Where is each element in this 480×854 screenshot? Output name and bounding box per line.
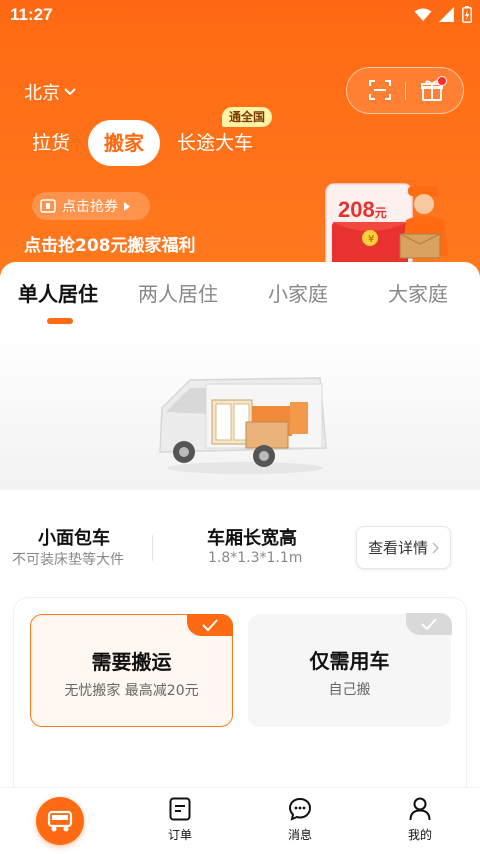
chevron-right-icon — [432, 541, 440, 554]
tab-lahuo[interactable]: 拉货 — [32, 120, 70, 166]
option-title: 仅需用车 — [309, 649, 390, 673]
van-illustration — [159, 377, 327, 474]
size-tab-big-family[interactable]: 大家庭 — [388, 278, 448, 307]
scan-icon[interactable] — [369, 79, 391, 101]
vehicle-note: 不可装床垫等大件 — [12, 552, 124, 568]
active-tab-indicator — [47, 318, 73, 324]
battery-icon — [462, 6, 472, 23]
view-details-label: 查看详情 — [368, 539, 429, 557]
triangle-right-icon — [124, 201, 130, 211]
coupon-button[interactable]: 点击抢券 — [32, 192, 150, 220]
wifi-icon — [414, 8, 432, 21]
view-details-button[interactable]: 查看详情 — [356, 526, 451, 569]
divider — [405, 82, 406, 100]
option-subtitle: 自己搬 — [328, 682, 371, 698]
courier-illustration — [399, 186, 448, 259]
signal-icon — [439, 7, 454, 22]
red-packet-amount: 208元 — [338, 197, 387, 222]
option-title: 需要搬运 — [91, 650, 172, 674]
check-icon — [406, 613, 452, 635]
vehicle-name: 小面包车 — [38, 528, 110, 549]
promo-title[interactable]: 点击抢208元搬家福利 — [24, 231, 196, 256]
dimensions-value: 1.8*1.3*1.1m — [208, 550, 303, 566]
user-icon — [409, 797, 431, 821]
option-subtitle: 无忧搬家 最高减20元 — [64, 683, 199, 699]
size-tab-couple[interactable]: 两人居住 — [138, 278, 218, 307]
coupon-icon — [40, 199, 56, 213]
nav-home-button[interactable] — [36, 797, 84, 845]
nav-messages[interactable]: 消息 — [270, 797, 330, 843]
status-icons — [414, 6, 472, 23]
check-icon — [187, 614, 233, 636]
top-actions — [346, 67, 464, 114]
nav-orders-label: 订单 — [167, 828, 192, 842]
national-badge: 通全国 — [222, 107, 273, 127]
size-tab-single[interactable]: 单人居住 — [18, 278, 98, 307]
nav-profile-label: 我的 — [407, 828, 432, 842]
coupon-label: 点击抢券 — [62, 199, 118, 215]
dimensions-label: 车厢长宽高 — [207, 528, 297, 549]
tab-banjia[interactable]: 搬家 — [88, 120, 160, 166]
nav-profile[interactable]: 我的 — [390, 797, 450, 843]
svg-text:¥: ¥ — [368, 234, 374, 245]
city-label: 北京 — [24, 83, 60, 104]
divider — [152, 535, 153, 561]
notification-dot — [437, 76, 447, 86]
status-time: 11:27 — [10, 5, 53, 24]
nav-messages-label: 消息 — [287, 828, 312, 842]
status-bar: 11:27 — [0, 0, 480, 34]
option-need-carry[interactable]: 需要搬运 无忧搬家 最高减20元 — [30, 614, 233, 727]
message-icon — [288, 797, 312, 821]
city-selector[interactable]: 北京 — [24, 79, 76, 105]
option-vehicle-only[interactable]: 仅需用车 自己搬 — [248, 613, 452, 727]
truck-icon — [47, 810, 73, 832]
nav-orders[interactable]: 订单 — [150, 797, 210, 843]
order-icon — [169, 797, 191, 821]
chevron-down-icon — [64, 88, 76, 96]
size-tab-small-family[interactable]: 小家庭 — [268, 278, 328, 307]
size-tabs: 单人居住 两人居住 小家庭 大家庭 — [0, 278, 480, 312]
